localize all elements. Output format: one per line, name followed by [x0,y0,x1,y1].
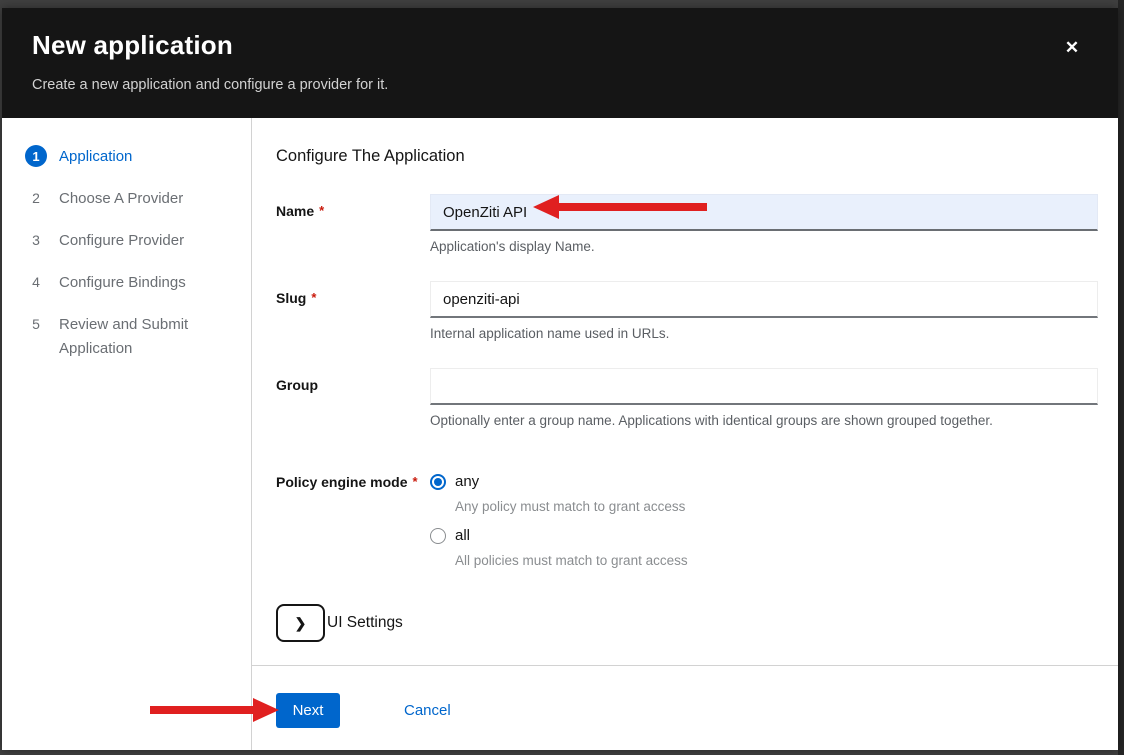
modal-body: 1 Application 2 Choose A Provider 3 Conf… [2,118,1118,750]
name-label: Name * [276,194,430,254]
slug-help-text: Internal application name used in URLs. [430,326,1098,341]
radio-option-all[interactable]: all [430,527,1098,544]
radio-label-any[interactable]: any [455,473,479,490]
wizard-main-panel: Configure The Application Name * Applicat… [252,118,1118,750]
step-number-badge: 3 [25,229,47,251]
ui-settings-label: UI Settings [327,614,403,632]
slug-label: Slug * [276,281,430,341]
form-row-group: Group Optionally enter a group name. App… [276,368,1098,428]
screen: New application Create a new application… [0,0,1124,755]
close-icon[interactable]: ✕ [1060,36,1084,60]
group-field-wrap: Optionally enter a group name. Applicati… [430,368,1098,428]
label-text: Group [276,377,318,393]
required-asterisk: * [311,290,316,305]
step-number-badge: 2 [25,187,47,209]
radio-button-icon[interactable] [430,474,446,490]
step-label: Configure Bindings [59,271,186,295]
wizard-content: Configure The Application Name * Applicat… [252,118,1118,665]
radio-button-icon[interactable] [430,528,446,544]
wizard-step-choose-provider[interactable]: 2 Choose A Provider [25,187,241,211]
step-number-badge: 4 [25,271,47,293]
cancel-button[interactable]: Cancel [404,693,451,719]
step-label: Configure Provider [59,229,184,253]
slug-input[interactable] [430,281,1098,318]
wizard-step-nav: 1 Application 2 Choose A Provider 3 Conf… [2,118,252,750]
name-field-wrap: Application's display Name. [430,194,1098,254]
wizard-step-configure-provider[interactable]: 3 Configure Provider [25,229,241,253]
step-label: Application [59,145,132,169]
wizard-step-configure-bindings[interactable]: 4 Configure Bindings [25,271,241,295]
form-row-slug: Slug * Internal application name used in … [276,281,1098,341]
label-text: Slug [276,290,306,306]
chevron-right-icon[interactable]: ❯ [276,604,325,642]
radio-all-description: All policies must match to grant access [455,553,1098,568]
wizard-step-application[interactable]: 1 Application [25,145,241,169]
group-input[interactable] [430,368,1098,405]
new-application-modal: New application Create a new application… [2,8,1118,750]
form-row-name: Name * Application's display Name. [276,194,1098,254]
radio-option-any[interactable]: any [430,473,1098,490]
label-text: Name [276,203,314,219]
wizard-footer: Next Cancel [252,665,1118,750]
modal-title: New application [32,30,1078,61]
radio-any-description: Any policy must match to grant access [455,499,1098,514]
required-asterisk: * [412,474,417,489]
label-text: Policy engine mode [276,474,407,490]
wizard-step-review-submit[interactable]: 5 Review and Submit Application [25,313,241,361]
step-number-badge: 5 [25,313,47,335]
step-number-badge: 1 [25,145,47,167]
group-help-text: Optionally enter a group name. Applicati… [430,413,1098,428]
radio-label-all[interactable]: all [455,527,470,544]
name-help-text: Application's display Name. [430,239,1098,254]
slug-field-wrap: Internal application name used in URLs. [430,281,1098,341]
step-label: Review and Submit Application [59,313,209,361]
name-input[interactable] [430,194,1098,231]
policy-engine-mode-group: any Any policy must match to grant acces… [430,473,1098,568]
form-row-policy-engine-mode: Policy engine mode * any Any policy must … [276,464,1098,568]
group-label: Group [276,368,430,428]
policy-engine-mode-label: Policy engine mode * [276,464,430,568]
page-title: Configure The Application [276,147,1098,166]
modal-header: New application Create a new application… [2,8,1118,118]
next-button[interactable]: Next [276,693,340,728]
ui-settings-expander: ❯ UI Settings [276,604,1098,642]
modal-subtitle: Create a new application and configure a… [32,77,1078,93]
step-label: Choose A Provider [59,187,183,211]
required-asterisk: * [319,203,324,218]
page-background-edge [1118,0,1124,755]
